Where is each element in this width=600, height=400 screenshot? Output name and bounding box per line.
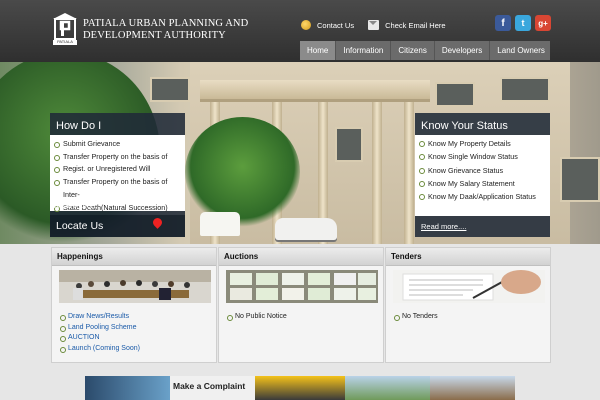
building-window (435, 82, 475, 107)
site-title-line1: PATIALA URBAN PLANNING AND (83, 18, 249, 29)
how-item-transfer-will[interactable]: Transfer Property on the basis of (54, 151, 183, 164)
nav-information[interactable]: Information (336, 41, 392, 60)
status-item-grievance[interactable]: Know Grievance Status (419, 164, 548, 177)
building-portico (200, 80, 430, 102)
building-window (335, 127, 363, 162)
info-icon-banner[interactable] (255, 376, 345, 400)
meeting-photo (59, 270, 211, 303)
happening-launch[interactable]: Launch (Coming Soon) (60, 344, 140, 355)
make-complaint-label: Make a Complaint (173, 381, 246, 391)
happenings-box: Happenings Draw News/Results Land Poolin… (51, 247, 217, 363)
nav-developers[interactable]: Developers (435, 41, 491, 60)
site-title-line2: DEVELOPMENT AUTHORITY (83, 30, 226, 41)
make-complaint-banner[interactable]: Make a Complaint (170, 376, 255, 400)
auctions-list: No Public Notice (227, 312, 287, 323)
happening-auction[interactable]: AUCTION (60, 333, 140, 344)
nav-home[interactable]: Home (300, 41, 337, 60)
building-column (404, 102, 414, 244)
status-list: Know My Property Details Know Single Win… (415, 135, 550, 216)
building-window (150, 77, 190, 102)
nav-land-owners[interactable]: Land Owners (490, 41, 552, 60)
how-do-i-read-more[interactable]: Read more.... (54, 201, 99, 210)
facebook-icon[interactable]: f (495, 15, 511, 31)
auctions-title: Auctions (219, 248, 383, 266)
auction-no-notice: No Public Notice (227, 312, 287, 323)
how-item-submit-grievance[interactable]: Submit Grievance (54, 138, 183, 151)
happening-land-pooling[interactable]: Land Pooling Scheme (60, 323, 140, 334)
banner-photo-workers[interactable] (345, 376, 430, 400)
twitter-icon[interactable]: t (515, 15, 531, 31)
site-header: PATIALA PATIALA URBAN PLANNING AND DEVEL… (0, 0, 600, 62)
parked-vehicle (200, 212, 240, 236)
contact-bar: Contact Us Check Email Here (301, 18, 446, 32)
building-window (500, 77, 550, 102)
building-column (372, 102, 382, 244)
status-item-property[interactable]: Know My Property Details (419, 137, 548, 150)
google-plus-icon[interactable]: g+ (535, 15, 551, 31)
bulb-icon (301, 20, 311, 30)
auction-notices-image (226, 270, 378, 303)
how-do-i-list: Submit Grievance Transfer Property on th… (50, 135, 185, 212)
map-pin-icon[interactable] (151, 216, 164, 229)
banner-photo-people[interactable] (430, 376, 515, 400)
tender-signing-image (393, 270, 545, 303)
how-do-i-title: How Do I (56, 120, 102, 132)
banner-photo-hands[interactable] (85, 376, 170, 400)
happening-draw-news[interactable]: Draw News/Results (60, 312, 140, 323)
building-window (560, 157, 600, 202)
bottom-banner-strip: Make a Complaint (85, 376, 515, 400)
tenders-title: Tenders (386, 248, 550, 266)
logo-caption: PATIALA (57, 39, 73, 44)
status-item-daak[interactable]: Know My Daak/Application Status (419, 190, 548, 203)
check-email-link[interactable]: Check Email Here (385, 21, 445, 30)
parked-car (275, 218, 337, 240)
tender-none: No Tenders (394, 312, 438, 323)
site-title[interactable]: PATIALA URBAN PLANNING AND DEVELOPMENT A… (83, 18, 248, 42)
how-item-transfer-death[interactable]: Transfer Property on the basis of Inter- (54, 176, 183, 201)
auctions-box: Auctions No Public Notice (218, 247, 384, 363)
know-your-status-panel: Know Your Status Know My Property Detail… (415, 113, 550, 237)
nav-citizens[interactable]: Citizens (391, 41, 435, 60)
happenings-list: Draw News/Results Land Pooling Scheme AU… (60, 312, 140, 355)
how-item-transfer-will-cont[interactable]: Regist. or Unregistered Will (54, 163, 183, 176)
tenders-box: Tenders No Tenders (385, 247, 551, 363)
happenings-title: Happenings (52, 248, 216, 266)
main-nav: Home Information Citizens Developers Lan… (300, 41, 550, 60)
locate-us-label[interactable]: Locate Us (56, 220, 103, 232)
status-item-single-window[interactable]: Know Single Window Status (419, 150, 548, 163)
status-title: Know Your Status (421, 120, 508, 132)
status-read-more[interactable]: Read more.... (421, 222, 466, 231)
status-item-salary[interactable]: Know My Salary Statement (419, 177, 548, 190)
contact-us-link[interactable]: Contact Us (317, 21, 354, 30)
tree-center (185, 117, 300, 227)
locate-us-bar[interactable]: Locate Us (50, 215, 185, 237)
tenders-list: No Tenders (394, 312, 438, 323)
email-icon (368, 20, 380, 30)
